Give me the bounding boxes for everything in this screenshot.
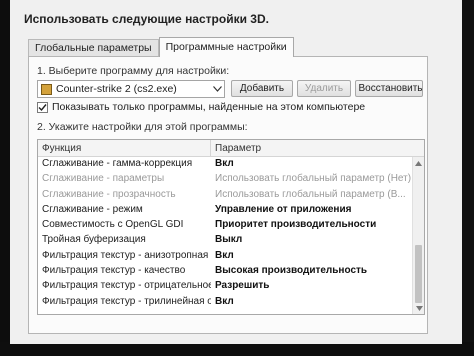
remove-button[interactable]: Удалить	[297, 80, 351, 97]
value-cell[interactable]: Выкл	[211, 233, 412, 248]
table-row[interactable]: Сглаживание - параметры Использовать глоб…	[38, 172, 412, 187]
table-row[interactable]: Фильтрация текстур - анизотропная опт...…	[38, 249, 412, 264]
program-select-value: Counter-strike 2 (cs2.exe)	[56, 83, 177, 95]
table-body: Сглаживание - гамма-коррекция Вкл Сглажива…	[38, 157, 412, 314]
value-cell[interactable]: Разрешить	[211, 279, 412, 294]
program-icon	[41, 83, 52, 95]
settings-window: Использовать следующие настройки 3D. Гло…	[10, 0, 462, 344]
feature-cell: Фильтрация текстур - анизотропная опт...	[42, 249, 211, 261]
table-row[interactable]: Совместимость с OpenGL GDI Приоритет прои…	[38, 218, 412, 233]
vertical-scrollbar[interactable]	[412, 157, 424, 314]
add-button[interactable]: Добавить	[231, 80, 293, 97]
bottom-bezel	[0, 342, 474, 356]
column-header-feature[interactable]: Функция	[38, 140, 211, 156]
feature-cell: Фильтрация текстур - отрицательное о...	[42, 280, 211, 292]
feature-cell: Фильтрация текстур - трилинейная опт...	[42, 295, 211, 307]
table-row[interactable]: Фильтрация текстур - качество Высокая про…	[38, 264, 412, 279]
table-header: Функция Параметр	[38, 140, 424, 157]
page-title: Использовать следующие настройки 3D.	[24, 12, 269, 26]
table-row[interactable]: Сглаживание - режим Управление от приложе…	[38, 203, 412, 218]
value-cell[interactable]: Вкл	[211, 249, 412, 264]
table-row[interactable]: Сглаживание - прозрачность Использовать г…	[38, 188, 412, 203]
feature-cell: Сглаживание - режим	[42, 203, 143, 215]
left-bezel	[0, 0, 10, 356]
tab-program-settings[interactable]: Программные настройки	[158, 37, 294, 57]
value-cell[interactable]: Использовать глобальный параметр (В...	[211, 188, 412, 203]
checkmark-icon	[38, 103, 47, 111]
right-bezel	[462, 0, 474, 356]
value-cell[interactable]: Вкл	[211, 295, 412, 310]
scroll-down-icon[interactable]	[413, 302, 424, 314]
feature-cell: Сглаживание - прозрачность	[42, 188, 176, 200]
show-only-installed-option[interactable]: Показывать только программы, найденные н…	[37, 101, 365, 113]
feature-cell: Сглаживание - параметры	[42, 173, 165, 185]
value-cell[interactable]: Управление от приложения	[211, 203, 412, 218]
table-row[interactable]: Сглаживание - гамма-коррекция Вкл	[38, 157, 412, 172]
settings-table: Функция Параметр Сглаживание - гамма-кор…	[37, 139, 425, 315]
value-cell[interactable]: Вкл	[211, 157, 412, 172]
table-row[interactable]: Фильтрация текстур - трилинейная опт...В…	[38, 295, 412, 310]
feature-cell: Фильтрация текстур - качество	[42, 265, 186, 277]
value-cell[interactable]: Высокая производительность	[211, 264, 412, 279]
tab-global-settings[interactable]: Глобальные параметры	[28, 39, 159, 57]
tab-bar: Глобальные параметры Программные настрой…	[28, 37, 294, 57]
restore-button[interactable]: Восстановить	[355, 80, 423, 97]
scroll-up-icon[interactable]	[413, 157, 424, 169]
feature-cell: Тройная буферизация	[42, 234, 146, 246]
feature-cell: Сглаживание - гамма-коррекция	[42, 158, 193, 169]
feature-cell: Совместимость с OpenGL GDI	[42, 219, 184, 231]
column-header-value[interactable]: Параметр	[211, 140, 424, 156]
program-settings-panel: 1. Выберите программу для настройки: Cou…	[28, 56, 428, 334]
table-row[interactable]: Фильтрация текстур - отрицательное о...Р…	[38, 279, 412, 294]
step1-label: 1. Выберите программу для настройки:	[37, 65, 230, 77]
restore-button-label: Восстановить	[358, 83, 423, 94]
value-cell[interactable]: Использовать глобальный параметр (Нет)	[211, 172, 412, 187]
program-select[interactable]: Counter-strike 2 (cs2.exe)	[37, 80, 225, 98]
value-cell[interactable]: Приоритет производительности	[211, 218, 412, 233]
step2-label: 2. Укажите настройки для этой программы:	[37, 121, 248, 133]
show-only-installed-label: Показывать только программы, найденные н…	[52, 101, 366, 113]
show-only-installed-checkbox[interactable]	[37, 101, 48, 113]
table-row[interactable]: Тройная буферизация Выкл	[38, 233, 412, 248]
chevron-down-icon[interactable]	[210, 81, 224, 97]
scrollbar-thumb[interactable]	[415, 245, 422, 303]
